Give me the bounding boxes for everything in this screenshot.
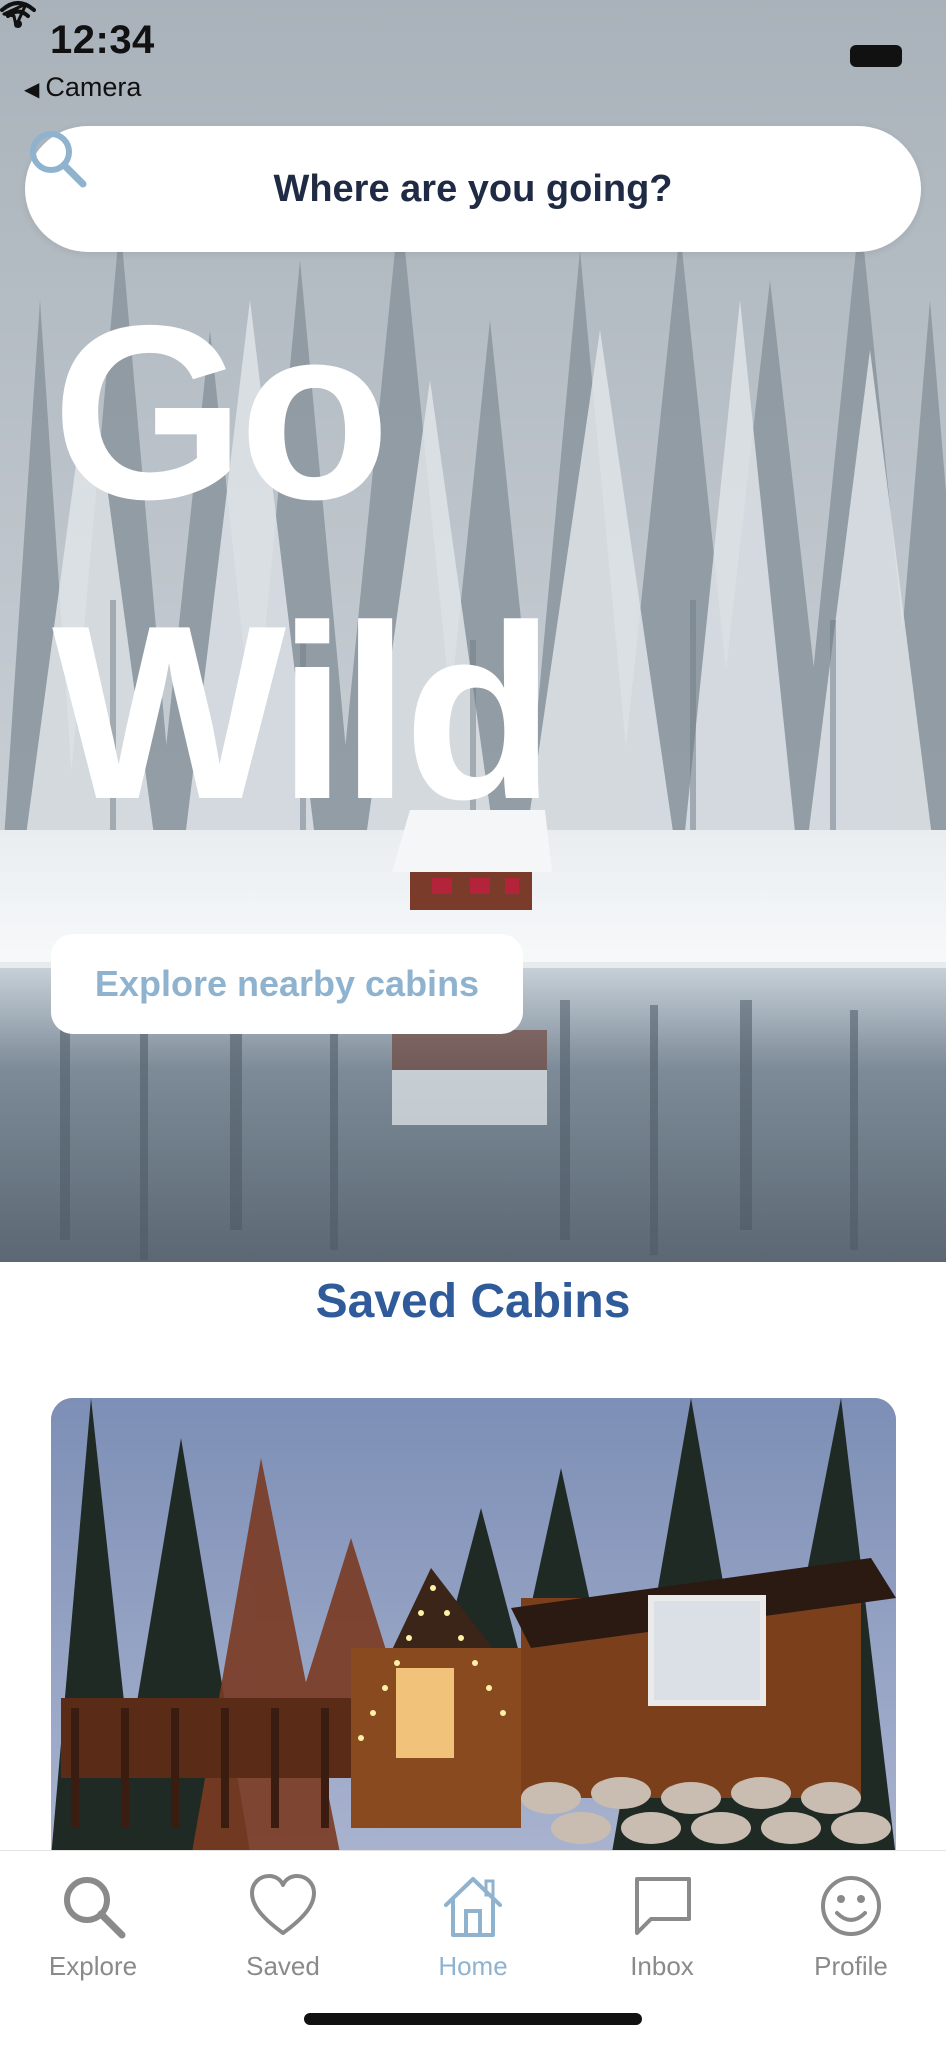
- explore-nearby-cabins-button[interactable]: Explore nearby cabins: [51, 934, 523, 1034]
- hero-title: Go Wild: [52, 262, 555, 862]
- home-icon: [444, 1877, 502, 1937]
- tab-home[interactable]: Home: [388, 1871, 558, 1991]
- hero-title-line-1: Go: [52, 273, 390, 551]
- hero-title-line-2: Wild: [52, 573, 555, 851]
- battery-icon: [850, 45, 902, 67]
- tab-home-label: Home: [438, 1951, 508, 1981]
- wifi-icon: [0, 1, 36, 28]
- back-app-label: Camera: [45, 72, 142, 102]
- saved-cabin-card[interactable]: [51, 1398, 896, 1858]
- smiley-icon: [821, 1876, 881, 1936]
- search-placeholder: Where are you going?: [273, 167, 673, 210]
- tab-explore-label: Explore: [48, 1951, 138, 1981]
- tab-saved-label: Saved: [246, 1951, 320, 1981]
- home-indicator[interactable]: [304, 2013, 642, 2025]
- search-icon: [64, 1877, 126, 1939]
- tab-profile[interactable]: Profile: [766, 1871, 936, 1991]
- tab-saved[interactable]: Saved: [198, 1871, 368, 1991]
- hero-banner: 12:34 ◀ Camera Where are you going? Go Wi…: [0, 0, 946, 1262]
- tab-profile-label: Profile: [814, 1951, 888, 1981]
- search-icon: [30, 131, 87, 188]
- back-triangle-icon: ◀: [24, 79, 40, 101]
- search-bar[interactable]: Where are you going?: [25, 126, 921, 252]
- app-screen: 12:34 ◀ Camera Where are you going? Go Wi…: [0, 0, 946, 2048]
- tab-inbox[interactable]: Inbox: [577, 1871, 747, 1991]
- heart-icon: [250, 1874, 316, 1935]
- status-time: 12:34: [50, 18, 155, 62]
- back-to-app-link[interactable]: ◀ Camera: [24, 72, 141, 103]
- tab-inbox-label: Inbox: [630, 1951, 694, 1981]
- cabin-photo: [51, 1398, 896, 1858]
- saved-cabins-heading: Saved Cabins: [315, 1275, 631, 1328]
- tab-explore[interactable]: Explore: [8, 1871, 178, 1991]
- chat-icon: [635, 1877, 691, 1935]
